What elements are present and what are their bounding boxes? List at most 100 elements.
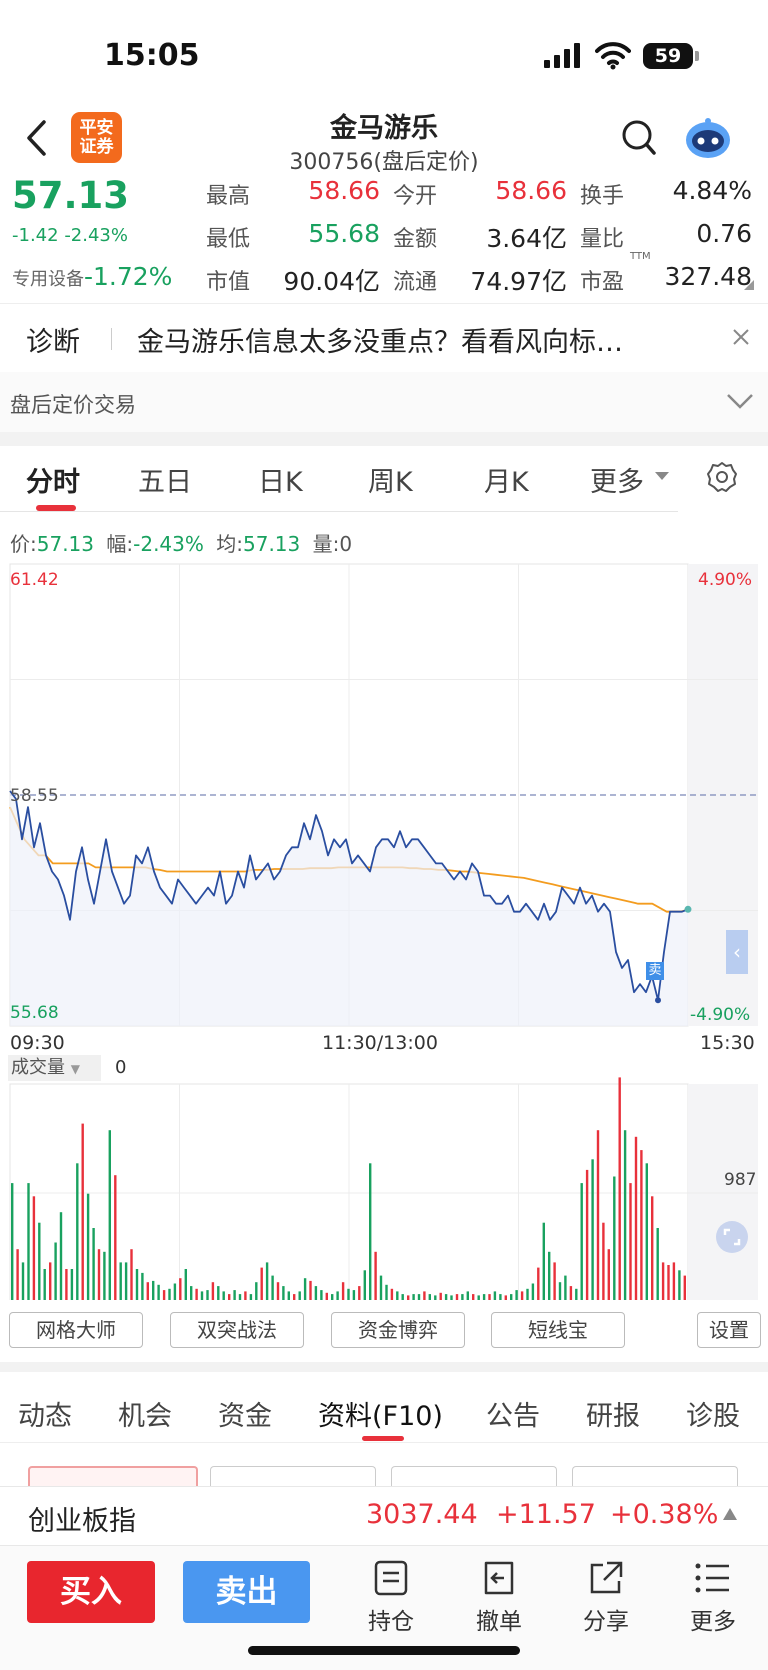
volume-bar <box>200 1291 204 1300</box>
volume-bar <box>390 1288 394 1300</box>
strategy-button[interactable]: 资金博弈 <box>331 1312 465 1348</box>
volume-bar <box>76 1163 79 1300</box>
section-tab[interactable]: 公告 <box>486 1394 540 1433</box>
more-dropdown-arrow-icon[interactable] <box>654 470 670 482</box>
current-price: 57.13 <box>12 174 130 217</box>
more-label[interactable]: 更多 <box>673 1602 753 1636</box>
volume-bar <box>629 1183 632 1300</box>
volume-bar <box>585 1169 589 1300</box>
share-icon[interactable] <box>587 1559 625 1597</box>
strategy-button[interactable]: 网格大师 <box>9 1312 143 1348</box>
volume-bar <box>640 1150 643 1300</box>
price-info-line: 价:57.13 幅:-2.43% 均:57.13 量:0 <box>10 532 353 556</box>
sub-tab-peek-2[interactable] <box>210 1466 376 1487</box>
chart-tab[interactable]: 月K <box>484 460 529 499</box>
more-menu-icon[interactable] <box>694 1561 732 1595</box>
chevron-down-icon[interactable] <box>726 392 754 410</box>
fullscreen-icon[interactable] <box>716 1221 748 1253</box>
diagnosis-text: 金马游乐信息太多没重点？看看风向标… <box>137 327 623 358</box>
volume-bar <box>282 1286 285 1300</box>
volume-bar <box>244 1291 247 1300</box>
volume-label[interactable]: 成交量 ▼ <box>8 1055 101 1081</box>
collapse-panel-button[interactable]: ‹ <box>726 930 748 974</box>
quote-value: 74.97亿 <box>470 267 567 296</box>
volume-bar <box>656 1228 659 1300</box>
volume-bar <box>634 1136 638 1300</box>
quote-value: 90.04亿 <box>283 267 380 296</box>
sell-button[interactable]: 卖出 <box>183 1561 310 1623</box>
volume-bar <box>623 1130 627 1300</box>
strategy-button[interactable]: 短线宝 <box>491 1312 625 1348</box>
battery-icon: 59 <box>643 43 693 69</box>
volume-bar <box>249 1294 253 1300</box>
chart-tab[interactable]: 分时 <box>26 460 80 499</box>
cancel-order-label[interactable]: 撤单 <box>459 1602 539 1636</box>
intraday-chart[interactable] <box>0 560 768 1300</box>
volume-bar <box>396 1291 399 1300</box>
chart-tab[interactable]: 更多 <box>590 460 644 499</box>
settings-gear-icon[interactable] <box>706 461 738 493</box>
index-name: 创业板指 <box>28 1506 136 1537</box>
index-ticker-bar[interactable]: 创业板指 3037.44 +11.57 +0.38% <box>0 1486 768 1545</box>
battery-cap <box>695 51 699 61</box>
volume-bar <box>596 1130 600 1300</box>
quote-value: 4.84% <box>672 176 752 205</box>
volume-bar <box>11 1183 14 1300</box>
pct-axis-top-label: 4.90% <box>698 570 753 590</box>
x-axis-end-label: 15:30 <box>700 1032 755 1054</box>
volume-bar <box>618 1077 621 1300</box>
volume-bar <box>504 1295 507 1300</box>
sub-tab-peek-1[interactable] <box>28 1466 198 1488</box>
holdings-icon[interactable] <box>373 1559 409 1597</box>
after-hours-row[interactable]: 盘后定价交易 <box>0 372 768 432</box>
section-tab[interactable]: 机会 <box>118 1394 172 1433</box>
wifi-icon <box>595 42 631 70</box>
volume-bar <box>683 1275 686 1300</box>
holdings-label[interactable]: 持仓 <box>351 1602 431 1636</box>
volume-bar <box>233 1290 236 1300</box>
chart-tab[interactable]: 日K <box>258 460 303 499</box>
sector-info[interactable]: 专用设备-1.72% <box>12 262 172 291</box>
volume-bar <box>613 1176 616 1300</box>
section-tab[interactable]: 资料(F10) <box>318 1394 443 1433</box>
volume-bar <box>108 1130 111 1300</box>
cancel-order-icon[interactable] <box>480 1559 518 1597</box>
volume-bar <box>49 1262 52 1300</box>
volume-bar <box>412 1294 415 1300</box>
sell-marker[interactable]: 卖 <box>646 962 664 980</box>
volume-bar <box>255 1282 258 1300</box>
section-tab[interactable]: 动态 <box>18 1394 72 1433</box>
buy-button[interactable]: 买入 <box>27 1561 155 1623</box>
close-icon[interactable] <box>732 328 750 346</box>
diagnosis-banner[interactable]: 诊断 金马游乐信息太多没重点？看看风向标… <box>0 303 768 373</box>
search-icon[interactable] <box>621 119 657 157</box>
quote-label: 市盈 <box>580 270 625 295</box>
chart-tab[interactable]: 周K <box>368 460 413 499</box>
share-label[interactable]: 分享 <box>566 1602 646 1636</box>
chart-tab[interactable]: 五日 <box>138 460 192 499</box>
ai-assistant-robot-icon[interactable] <box>684 116 732 160</box>
sub-tab-peek-3[interactable] <box>391 1466 557 1487</box>
expand-corner-icon[interactable] <box>744 280 754 290</box>
volume-bar <box>141 1272 144 1300</box>
quote-value: 3.64亿 <box>486 224 567 253</box>
volume-bar <box>667 1265 670 1300</box>
section-tab[interactable]: 资金 <box>218 1394 272 1433</box>
section-tab[interactable]: 诊股 <box>686 1394 740 1433</box>
quote-label: 最低 <box>206 227 251 252</box>
volume-bar <box>114 1175 117 1300</box>
settings-button[interactable]: 设置 <box>697 1312 761 1348</box>
sub-tab-peek-4[interactable] <box>572 1466 738 1487</box>
volume-bar <box>217 1286 220 1300</box>
volume-bar <box>444 1294 448 1300</box>
volume-bar <box>564 1275 567 1300</box>
volume-bar <box>325 1292 328 1300</box>
price-change: -1.42 -2.43% <box>12 225 128 246</box>
strategy-button[interactable]: 双突战法 <box>170 1312 304 1348</box>
volume-bar <box>493 1291 497 1300</box>
tabs-divider <box>0 511 678 512</box>
volume-bar <box>531 1283 535 1300</box>
section-tab[interactable]: 研报 <box>586 1394 640 1433</box>
index-value: 3037.44 <box>366 1499 478 1530</box>
index-change: +11.57 <box>496 1499 596 1530</box>
